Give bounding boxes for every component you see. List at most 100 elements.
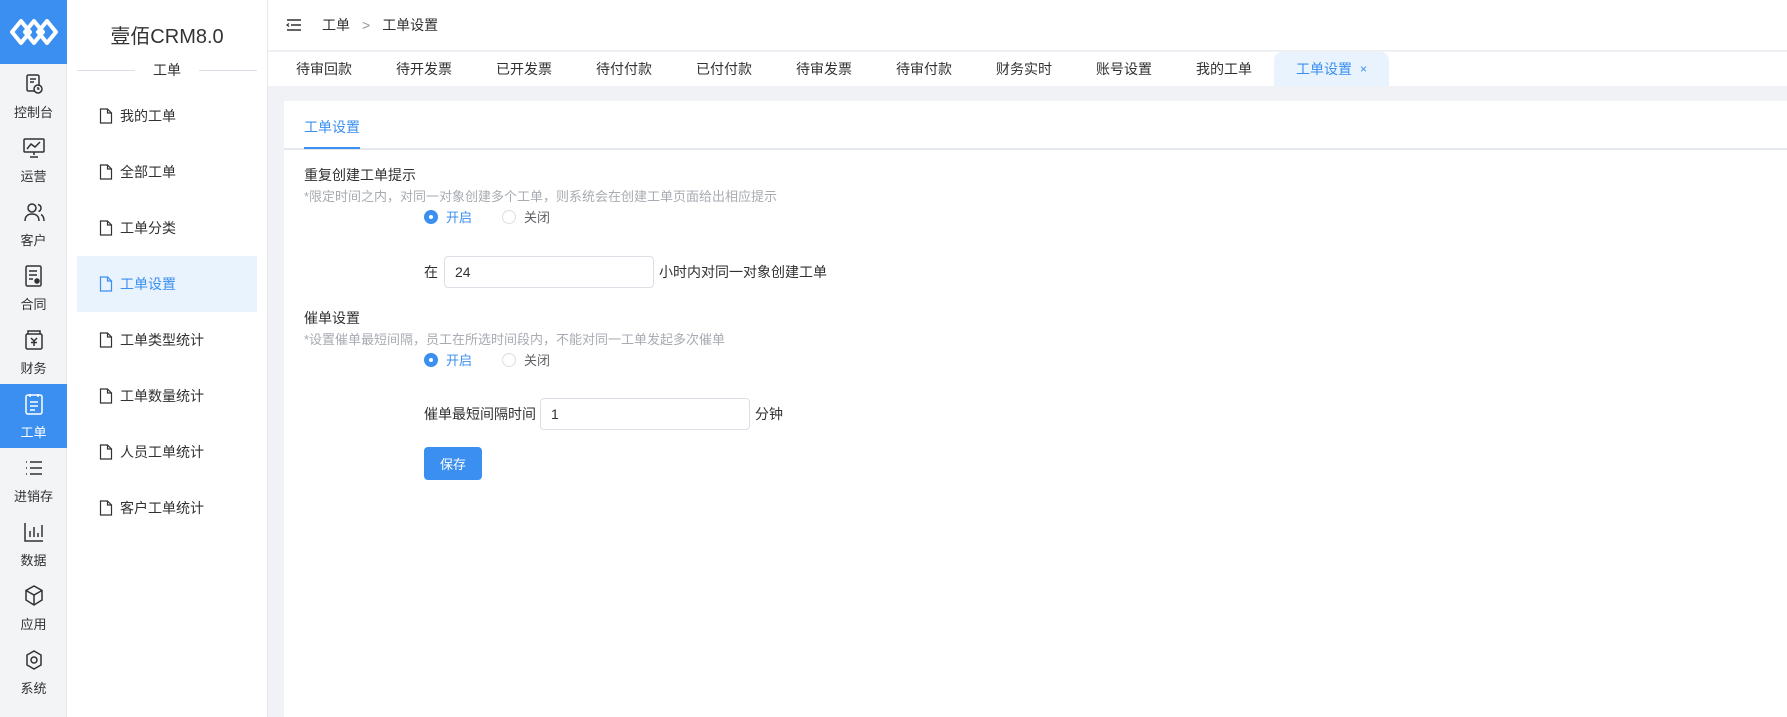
radio-dot: [502, 209, 517, 224]
users-icon: [23, 202, 45, 221]
reminder-on-radio[interactable]: 开启: [424, 350, 472, 369]
tab-label: 工单设置: [1296, 61, 1352, 77]
duplicate-toggle: 开启 关闭: [424, 207, 580, 226]
radio-dot: [502, 352, 517, 367]
rail-item-inventory[interactable]: 进销存: [0, 448, 67, 512]
settings-icon: [25, 649, 42, 670]
rail-item-operations[interactable]: 运营: [0, 128, 67, 192]
rail-item-label: 数据: [20, 552, 47, 568]
tab-workorder-settings[interactable]: 工单设置 ×: [1274, 52, 1390, 86]
duplicate-on-radio[interactable]: 开启: [424, 207, 472, 226]
tab-payments-to-pay[interactable]: 待付付款: [574, 52, 674, 86]
section-divider: 工单: [77, 60, 257, 80]
rail-item-label: 客户: [20, 232, 47, 248]
radio-label: 开启: [446, 353, 473, 368]
workorder-icon: [24, 393, 43, 415]
module-sidebar: 壹佰CRM8.0 工单 我的工单 全部工单 工单分类 工单设置 工单类型统计 工…: [67, 0, 268, 717]
contract-icon: [24, 264, 42, 287]
sidebar-item-count-stats[interactable]: 工单数量统计: [77, 368, 257, 424]
reminder-section-hint: *设置催单最短间隔，员工在所选时间段内，不能对同一工单发起多次催单: [304, 332, 726, 347]
rail-item-apps[interactable]: 应用: [0, 576, 67, 640]
tab-label: 待开发票: [396, 61, 452, 77]
file-icon: [99, 388, 113, 404]
radio-label: 关闭: [524, 210, 551, 225]
page-tabs: 待审回款 待开发票 已开发票 待付付款 已付付款 待审发票 待审付款 财务实时 …: [268, 52, 1787, 86]
rail-item-label: 运营: [20, 168, 47, 184]
tab-label: 待付付款: [596, 61, 652, 77]
tab-label: 待审付款: [896, 61, 952, 77]
duplicate-hours-row: 在 小时内对同一对象创建工单: [424, 256, 827, 288]
rail-item-data[interactable]: 数据: [0, 512, 67, 576]
rail-item-label: 工单: [20, 424, 47, 440]
rail-item-contracts[interactable]: 合同: [0, 256, 67, 320]
sidebar-item-label: 工单设置: [120, 276, 176, 292]
cube-icon: [24, 584, 43, 606]
reminder-toggle: 开启 关闭: [424, 350, 580, 369]
file-icon: [99, 332, 113, 348]
sidebar-item-type-stats[interactable]: 工单类型统计: [77, 312, 257, 368]
duplicate-section-title: 重复创建工单提示: [304, 167, 416, 183]
duplicate-prefix: 在: [424, 264, 438, 280]
tab-label: 已付付款: [696, 61, 752, 77]
sidebar-item-label: 我的工单: [120, 108, 176, 124]
rail-item-customers[interactable]: 客户: [0, 192, 67, 256]
tab-label: 待审发票: [796, 61, 852, 77]
save-button[interactable]: 保存: [424, 447, 482, 480]
tab-finance-realtime[interactable]: 财务实时: [974, 52, 1074, 86]
presentation-icon: [22, 137, 45, 158]
tab-account-settings[interactable]: 账号设置: [1074, 52, 1174, 86]
reminder-prefix: 催单最短间隔时间: [424, 406, 536, 422]
tab-label: 账号设置: [1096, 61, 1152, 77]
sidebar-item-settings[interactable]: 工单设置: [77, 256, 257, 312]
app-logo[interactable]: [0, 0, 67, 64]
icon-rail: 控制台 运营 客户 合同 财务 工单 进销存 数据 应用 系统: [0, 0, 67, 717]
inner-tab-settings[interactable]: 工单设置: [304, 117, 360, 149]
duplicate-suffix: 小时内对同一对象创建工单: [659, 264, 827, 280]
menu-fold-icon[interactable]: [286, 17, 302, 33]
sidebar-item-label: 工单分类: [120, 220, 176, 236]
list-icon: [25, 460, 42, 475]
tab-label: 我的工单: [1196, 61, 1252, 77]
tab-paid-payments[interactable]: 已付付款: [674, 52, 774, 86]
tab-label: 已开发票: [496, 61, 552, 77]
file-icon: [99, 164, 113, 180]
file-icon: [99, 108, 113, 124]
tab-invoices-to-issue[interactable]: 待开发票: [374, 52, 474, 86]
reminder-off-radio[interactable]: 关闭: [502, 350, 550, 369]
sidebar-item-all-workorders[interactable]: 全部工单: [77, 144, 257, 200]
reminder-interval-row: 催单最短间隔时间 分钟: [424, 398, 783, 430]
rail-item-dashboard[interactable]: 控制台: [0, 64, 67, 128]
rail-item-label: 系统: [20, 680, 47, 696]
inner-tabs: 工单设置: [284, 101, 1787, 150]
breadcrumb: 工单 > 工单设置: [322, 15, 438, 35]
reminder-interval-input[interactable]: [540, 398, 750, 430]
rail-item-workorder[interactable]: 工单: [0, 384, 67, 448]
breadcrumb-root[interactable]: 工单: [322, 15, 350, 35]
tab-pending-receipts[interactable]: 待审回款: [274, 52, 374, 86]
duplicate-hours-input[interactable]: [444, 256, 654, 288]
dashboard-icon: [25, 73, 43, 94]
sidebar-item-categories[interactable]: 工单分类: [77, 200, 257, 256]
tab-issued-invoices[interactable]: 已开发票: [474, 52, 574, 86]
sidebar-item-label: 工单数量统计: [120, 388, 204, 404]
radio-dot: [424, 209, 438, 224]
sidebar-item-staff-stats[interactable]: 人员工单统计: [77, 424, 257, 480]
tab-invoices-to-review[interactable]: 待审发票: [774, 52, 874, 86]
tab-my-workorders[interactable]: 我的工单: [1174, 52, 1274, 86]
rail-item-system[interactable]: 系统: [0, 640, 67, 704]
tab-payments-to-review[interactable]: 待审付款: [874, 52, 974, 86]
rail-item-finance[interactable]: 财务: [0, 320, 67, 384]
section-title: 工单: [135, 62, 199, 78]
rail-item-label: 合同: [20, 296, 47, 312]
sidebar-item-label: 人员工单统计: [120, 444, 204, 460]
radio-dot: [424, 352, 438, 367]
sidebar-item-my-workorders[interactable]: 我的工单: [77, 88, 257, 144]
duplicate-off-radio[interactable]: 关闭: [502, 207, 550, 226]
sidebar-menu: 我的工单 全部工单 工单分类 工单设置 工单类型统计 工单数量统计 人员工单统计: [67, 88, 267, 536]
app-title: 壹佰CRM8.0: [110, 25, 224, 48]
sidebar-item-label: 客户工单统计: [120, 500, 204, 516]
sidebar-item-customer-stats[interactable]: 客户工单统计: [77, 480, 257, 536]
rail-item-label: 进销存: [13, 488, 53, 504]
breadcrumb-current: 工单设置: [382, 17, 439, 33]
close-icon[interactable]: ×: [1360, 62, 1367, 76]
